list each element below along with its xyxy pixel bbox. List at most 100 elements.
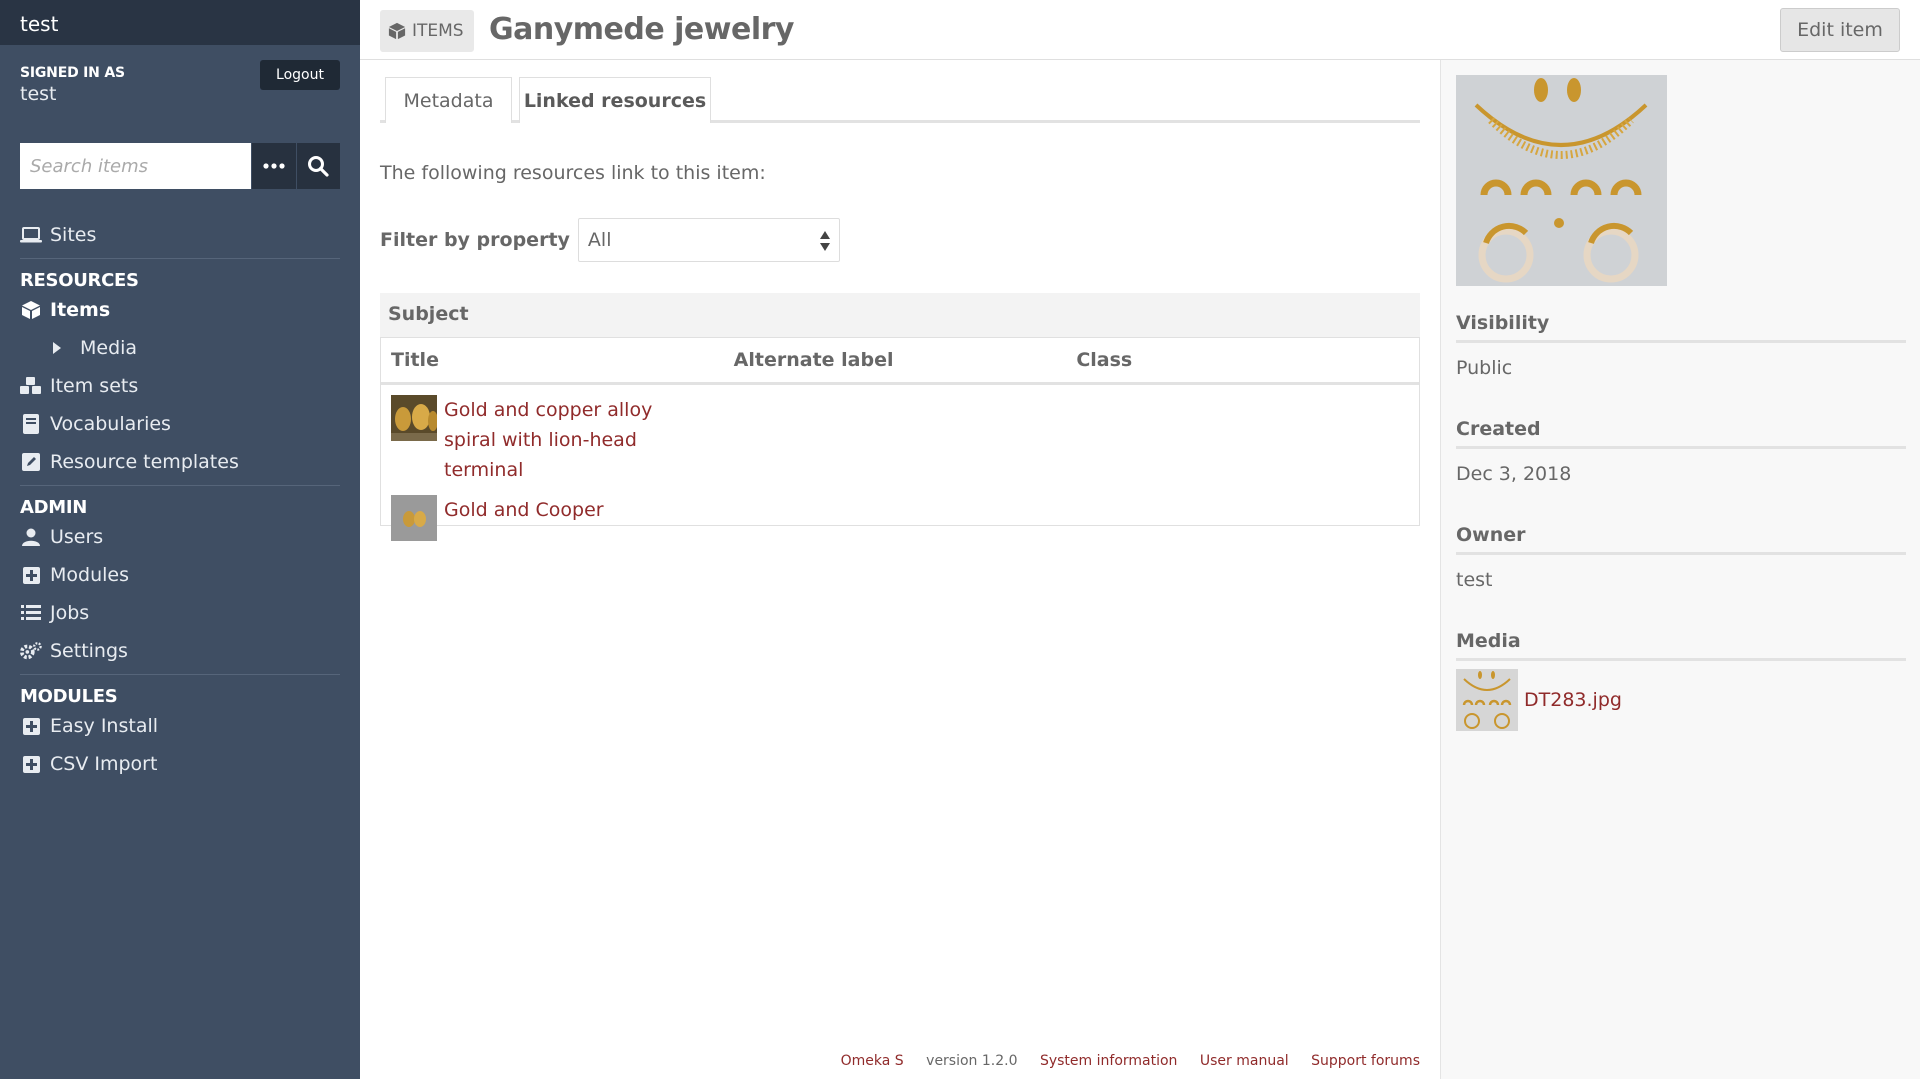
edit-icon: [20, 452, 42, 472]
advanced-search-button[interactable]: [252, 143, 296, 189]
sidebar-item-easy-install[interactable]: Easy Install: [20, 707, 340, 745]
item-thumbnail[interactable]: [391, 395, 437, 441]
page-title: Ganymede jewelry: [489, 12, 794, 47]
divider: [20, 674, 340, 675]
sidebar-item-vocabularies[interactable]: Vocabularies: [20, 405, 340, 443]
footer: Omeka S version 1.2.0 System information…: [380, 1053, 1420, 1069]
footer-omeka-link[interactable]: Omeka S: [841, 1053, 904, 1069]
search-icon: [308, 156, 329, 177]
sidebar-item-label: Media: [80, 337, 138, 359]
owner-value: test: [1456, 569, 1493, 591]
linked-item-link[interactable]: Gold and Cooper: [444, 495, 704, 525]
sidebar-item-label: Sites: [50, 224, 97, 246]
search-input[interactable]: [20, 143, 251, 189]
table-row: Gold and copper alloy spiral with lion-h…: [381, 385, 1419, 485]
user-bar: SIGNED IN AS test Logout: [0, 45, 360, 112]
filter-selected-value: All: [587, 229, 612, 251]
sidebar-item-users[interactable]: Users: [20, 518, 340, 556]
tab-metadata[interactable]: Metadata: [385, 77, 512, 123]
column-alternate-label: Alternate label: [733, 349, 894, 371]
filter-property-select[interactable]: All: [577, 218, 840, 262]
footer-version: version 1.2.0: [926, 1053, 1018, 1069]
filter-row: Filter by property All: [380, 218, 840, 262]
footer-support-link[interactable]: Support forums: [1311, 1053, 1420, 1069]
sidebar-item-items[interactable]: Items: [20, 291, 340, 329]
sidebar-item-label: Resource templates: [50, 451, 239, 473]
admin-heading: ADMIN: [20, 497, 88, 518]
media-row: DT283.jpg: [1456, 669, 1906, 731]
search-button[interactable]: [296, 143, 340, 189]
linked-resources-table: Title Alternate label Class Gold and cop…: [380, 337, 1420, 541]
visibility-value: Public: [1456, 357, 1513, 379]
cube-icon: [20, 300, 42, 320]
sidebar: test SIGNED IN AS test Logout Sites RESO…: [0, 0, 360, 1079]
user-icon: [20, 527, 42, 547]
owner-block: Owner test: [1456, 524, 1906, 591]
section-badge-label: ITEMS: [412, 21, 464, 41]
owner-label: Owner: [1456, 524, 1906, 555]
created-value: Dec 3, 2018: [1456, 463, 1572, 485]
sidebar-item-label: Easy Install: [50, 715, 159, 737]
page-header: ITEMS Ganymede jewelry Edit item: [360, 0, 1920, 60]
subject-group-heading: Subject: [380, 293, 1420, 337]
divider: [20, 485, 340, 486]
divider: [20, 258, 340, 259]
section-badge[interactable]: ITEMS: [380, 10, 474, 52]
column-title: Title: [391, 349, 439, 371]
cubes-icon: [20, 376, 42, 396]
logout-button[interactable]: Logout: [260, 60, 340, 90]
gears-icon: [20, 641, 42, 661]
sidebar-item-resource-templates[interactable]: Resource templates: [20, 443, 340, 481]
sidebar-item-csv-import[interactable]: CSV Import: [20, 745, 340, 783]
item-sidebar-panel: Visibility Public Created Dec 3, 2018 Ow…: [1440, 60, 1920, 1079]
table-header: Title Alternate label Class: [381, 338, 1419, 385]
plus-square-icon: [20, 565, 42, 585]
visibility-label: Visibility: [1456, 312, 1906, 343]
media-label: Media: [1456, 630, 1906, 661]
site-title[interactable]: test: [0, 0, 360, 45]
more-icon: [263, 163, 285, 169]
sidebar-item-modules[interactable]: Modules: [20, 556, 340, 594]
select-arrows-icon: [819, 231, 830, 251]
media-block: Media DT283.jpg: [1456, 630, 1906, 731]
created-block: Created Dec 3, 2018: [1456, 418, 1906, 485]
sidebar-item-label: Item sets: [50, 375, 139, 397]
sidebar-item-label: Users: [50, 526, 104, 548]
footer-user-manual-link[interactable]: User manual: [1200, 1053, 1289, 1069]
edit-item-button[interactable]: Edit item: [1780, 8, 1900, 52]
media-thumbnail[interactable]: [1456, 669, 1518, 731]
sidebar-item-jobs[interactable]: Jobs: [20, 594, 340, 632]
filter-label: Filter by property: [380, 229, 570, 251]
cube-icon: [388, 22, 406, 40]
modules-heading: MODULES: [20, 686, 118, 707]
plus-square-icon: [20, 716, 42, 736]
tab-bar: Metadata Linked resources: [380, 77, 1420, 123]
sidebar-item-label: Modules: [50, 564, 129, 586]
table-row: Gold and Cooper: [381, 485, 1419, 541]
media-file-link[interactable]: DT283.jpg: [1524, 689, 1622, 711]
search-form: [20, 143, 340, 189]
sidebar-item-sites[interactable]: Sites: [20, 216, 340, 254]
sidebar-item-label: Vocabularies: [50, 413, 171, 435]
sidebar-nav: Sites RESOURCES Items Media Item sets Vo…: [20, 216, 340, 783]
sidebar-item-settings[interactable]: Settings: [20, 632, 340, 670]
plus-square-icon: [20, 754, 42, 774]
sidebar-item-label: Items: [50, 299, 111, 321]
item-image[interactable]: [1456, 75, 1667, 286]
book-icon: [20, 414, 42, 434]
linked-intro: The following resources link to this ite…: [380, 162, 766, 184]
linked-item-link[interactable]: Gold and copper alloy spiral with lion-h…: [444, 395, 704, 485]
caret-right-icon: [50, 338, 64, 358]
footer-system-info-link[interactable]: System information: [1040, 1053, 1177, 1069]
column-class: Class: [1076, 349, 1133, 371]
visibility-block: Visibility Public: [1456, 312, 1906, 379]
sidebar-item-item-sets[interactable]: Item sets: [20, 367, 340, 405]
sidebar-item-label: CSV Import: [50, 753, 158, 775]
resources-heading: RESOURCES: [20, 270, 139, 291]
item-thumbnail[interactable]: [391, 495, 437, 541]
tasks-icon: [20, 603, 42, 623]
sidebar-item-label: Jobs: [50, 602, 90, 624]
sidebar-item-label: Settings: [50, 640, 128, 662]
tab-linked-resources[interactable]: Linked resources: [519, 77, 711, 123]
sidebar-item-media[interactable]: Media: [20, 329, 340, 367]
